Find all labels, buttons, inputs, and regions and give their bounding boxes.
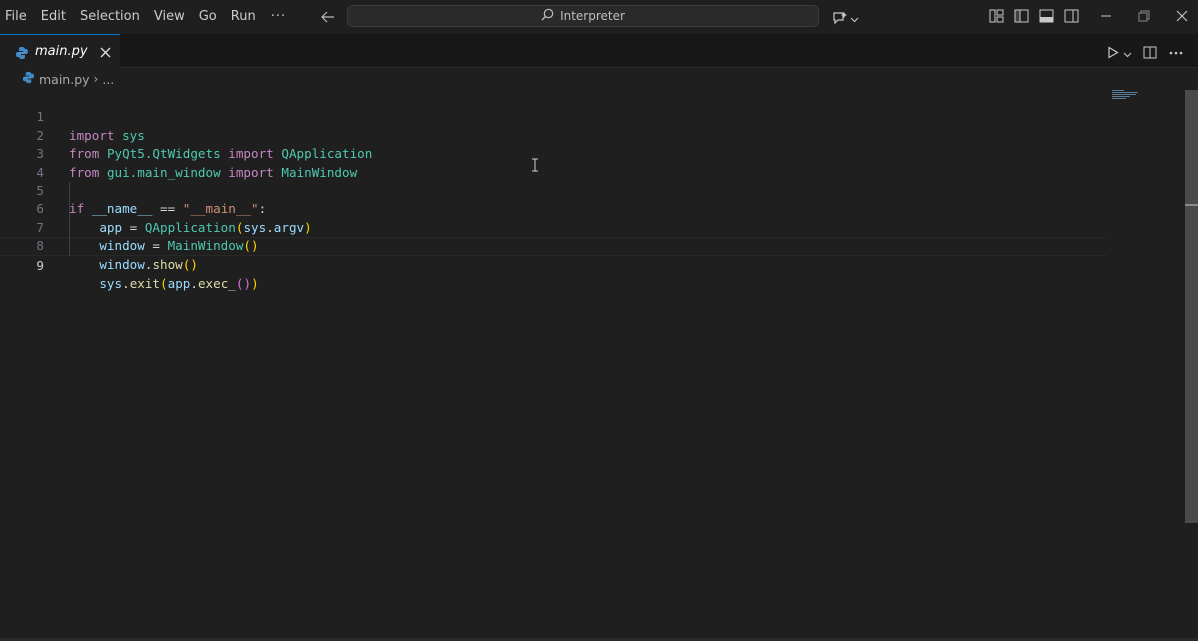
copilot-button[interactable] (832, 8, 859, 27)
run-options-chevron-icon[interactable] (1123, 43, 1132, 62)
code-token: . (122, 276, 130, 291)
chevron-down-icon (850, 8, 859, 27)
code-line: 4 (0, 145, 1107, 180)
code-token: sys (99, 276, 123, 291)
copilot-icon (832, 10, 848, 26)
toggle-secondary-sidebar-icon[interactable] (1063, 8, 1079, 24)
close-window-icon[interactable] (1174, 8, 1190, 24)
code-line: 5 if __name__ == "__main__": (0, 164, 1107, 216)
menu-run[interactable]: Run (224, 0, 263, 34)
code-line: 1 import sys (0, 90, 1107, 142)
code-token: window (99, 256, 145, 272)
menu-edit[interactable]: Edit (34, 0, 73, 34)
breadcrumb-separator: › (93, 72, 99, 86)
indent-guide (69, 182, 70, 256)
code-token: show (152, 256, 183, 272)
code-token: ) (251, 276, 259, 291)
breadcrumb-file[interactable]: main.py (39, 72, 90, 87)
code-token: ( (160, 276, 168, 291)
code-line: 2 from PyQt5.QtWidgets import QApplicati… (0, 108, 1107, 161)
tab-bar: main.py (0, 34, 1198, 68)
menu-file[interactable]: File (0, 0, 34, 34)
code-token: exit (129, 276, 161, 291)
search-icon (541, 8, 554, 24)
code-line: 7 window = MainWindow() (0, 200, 1107, 253)
menu-more-button[interactable]: ··· (263, 0, 294, 34)
menu-bar: File Edit Selection View Go Run ··· (0, 0, 294, 34)
menu-selection[interactable]: Selection (73, 0, 147, 34)
minimize-icon[interactable] (1098, 8, 1114, 24)
more-actions-icon[interactable] (1168, 45, 1184, 61)
customize-layout-icon[interactable] (988, 8, 1004, 24)
tab-main-py[interactable]: main.py (0, 34, 120, 68)
code-line: 8 window.show() (0, 219, 1107, 271)
code-line-active: 9 sys.exit(app.exec_()) (0, 237, 1107, 291)
code-token: app (167, 276, 191, 291)
menu-view[interactable]: View (147, 0, 192, 34)
command-center-text: Interpreter (560, 9, 625, 23)
toggle-primary-sidebar-icon[interactable] (1013, 8, 1029, 24)
breadcrumb-symbols[interactable]: ... (102, 72, 114, 87)
split-editor-icon[interactable] (1142, 45, 1158, 61)
code-token: exec_ (197, 276, 236, 291)
python-file-icon (15, 45, 29, 59)
minimap[interactable] (1112, 90, 1142, 102)
code-token: () (182, 256, 198, 272)
code-token: () (235, 276, 252, 291)
line-number: 9 (36, 257, 44, 273)
editor-actions (1105, 43, 1184, 62)
command-center-search[interactable]: Interpreter (347, 5, 819, 27)
run-icon[interactable] (1105, 45, 1121, 61)
text-cursor-icon (531, 157, 539, 172)
code-editor[interactable]: 1 import sys 2 from PyQt5.QtWidgets impo… (0, 90, 1185, 641)
scrollbar-cursor-marker (1185, 204, 1198, 206)
toggle-panel-icon[interactable] (1038, 8, 1054, 24)
layout-controls (988, 8, 1079, 24)
tab-label: main.py (35, 44, 88, 59)
code-token: . (190, 276, 198, 291)
window-controls (1098, 8, 1190, 24)
restore-icon[interactable] (1136, 8, 1152, 24)
menu-go[interactable]: Go (192, 0, 224, 34)
vertical-scrollbar[interactable] (1185, 90, 1198, 523)
back-arrow-icon[interactable] (320, 9, 336, 25)
close-icon[interactable] (97, 44, 113, 60)
code-line: 3 from gui.main_window import MainWindow (0, 127, 1107, 179)
breadcrumb: main.py › ... (22, 70, 114, 88)
code-line: 6 app = QApplication(sys.argv) (0, 182, 1107, 234)
breadcrumb-python-icon (22, 71, 35, 87)
